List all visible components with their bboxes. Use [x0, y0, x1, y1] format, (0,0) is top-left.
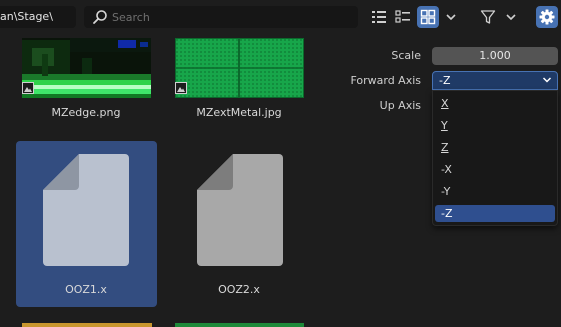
file-item-ooz1[interactable]: OOZ1.x	[16, 141, 157, 307]
settings-toggle-button[interactable]	[536, 6, 558, 28]
chevron-down-icon	[446, 14, 456, 21]
display-thumbnails-button[interactable]	[417, 6, 439, 28]
filter-dropdown[interactable]	[502, 6, 520, 28]
axis-option-neg-x[interactable]: -X	[435, 161, 555, 178]
file-name: MZedge.png	[51, 106, 121, 119]
search-icon	[93, 10, 107, 24]
axis-option-x[interactable]: X	[435, 95, 555, 112]
forward-axis-label: Forward Axis	[350, 74, 421, 87]
file-icon	[43, 154, 129, 266]
scale-label: Scale	[391, 49, 421, 62]
file-item-mzextmetal[interactable]: MZextMetal.jpg	[169, 34, 309, 134]
chevron-down-icon	[542, 77, 552, 83]
list-view-icon	[372, 11, 386, 23]
display-list-button[interactable]	[368, 6, 390, 28]
file-icon	[197, 154, 283, 266]
display-mode-dropdown[interactable]	[442, 6, 460, 28]
forward-axis-value: -Z	[439, 74, 451, 87]
image-badge-icon	[175, 82, 187, 94]
filter-button[interactable]	[477, 6, 499, 28]
up-axis-label: Up Axis	[379, 99, 421, 112]
file-browser-header: an\Stage\	[0, 0, 561, 34]
search-field[interactable]	[84, 6, 358, 28]
file-name: MZextMetal.jpg	[196, 106, 282, 119]
image-thumbnail	[22, 38, 151, 98]
axis-option-z[interactable]: Z	[435, 139, 555, 156]
image-thumbnail	[175, 38, 304, 98]
forward-axis-select[interactable]: -Z	[432, 71, 558, 90]
scale-field[interactable]: 1.000	[432, 47, 558, 65]
file-name: OOZ2.x	[218, 283, 260, 296]
file-name: OOZ1.x	[65, 283, 107, 296]
forward-axis-dropdown: X Y Z -X -Y -Z	[432, 90, 558, 226]
file-grid: MZedge.png MZextMetal.jpg OOZ1.x OOZ2.x	[0, 34, 325, 327]
partial-thumbnail	[22, 323, 152, 327]
directory-path-field[interactable]: an\Stage\	[0, 6, 76, 28]
axis-option-neg-y[interactable]: -Y	[435, 183, 555, 200]
import-settings-panel: Scale 1.000 Forward Axis -Z Up Axis X Y …	[325, 34, 561, 327]
display-small-thumbnails-button[interactable]	[392, 6, 414, 28]
partial-thumbnail	[175, 323, 304, 327]
image-badge-icon	[22, 82, 34, 94]
thumbnail-large-icon	[420, 9, 436, 25]
thumbnail-small-icon	[395, 10, 410, 23]
file-item-ooz2[interactable]: OOZ2.x	[169, 141, 309, 307]
chevron-down-icon	[506, 14, 516, 21]
gear-icon	[539, 9, 555, 25]
filter-icon	[480, 10, 496, 24]
axis-option-neg-z[interactable]: -Z	[435, 205, 555, 222]
axis-option-y[interactable]: Y	[435, 117, 555, 134]
file-item-mzedge[interactable]: MZedge.png	[16, 34, 156, 134]
search-input[interactable]	[112, 6, 352, 28]
